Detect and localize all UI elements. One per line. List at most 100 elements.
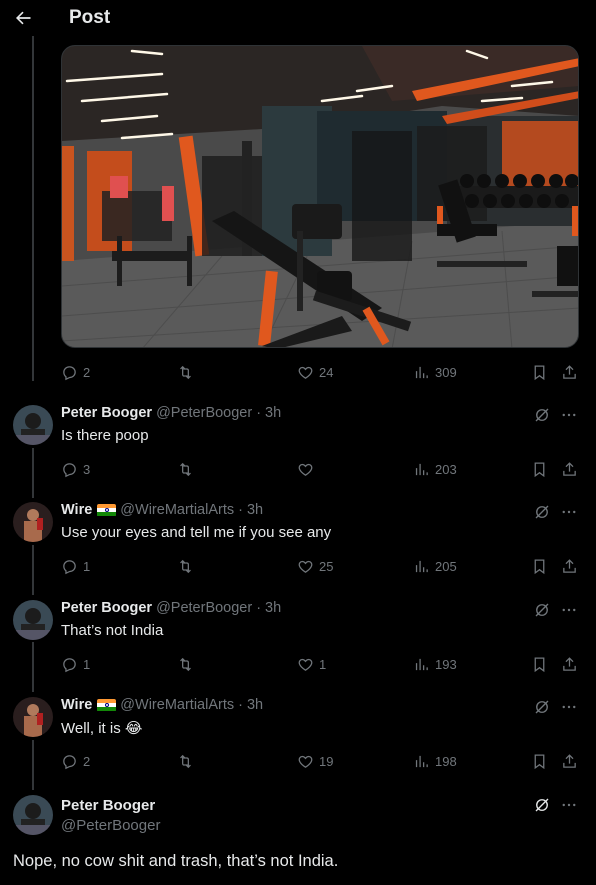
reply-button[interactable]: 1 bbox=[61, 656, 90, 673]
views-icon bbox=[415, 560, 428, 572]
views-button[interactable]: 193 bbox=[413, 656, 457, 673]
timestamp[interactable]: · 3h bbox=[238, 697, 263, 713]
avatar[interactable] bbox=[13, 697, 53, 737]
author-handle[interactable]: @PeterBooger bbox=[156, 600, 252, 616]
thread-line bbox=[32, 36, 34, 381]
like-button[interactable]: 25 bbox=[297, 558, 333, 575]
reply-icon bbox=[63, 365, 76, 380]
author-handle[interactable]: @WireMartialArts bbox=[120, 502, 234, 518]
grok-icon[interactable] bbox=[533, 503, 551, 521]
bookmark-button[interactable] bbox=[531, 753, 548, 770]
thread-line bbox=[32, 740, 34, 790]
avatar[interactable] bbox=[13, 502, 53, 542]
like-button[interactable]: 24 bbox=[297, 364, 333, 381]
retweet-button[interactable] bbox=[177, 558, 199, 575]
views-button[interactable]: 203 bbox=[413, 461, 457, 478]
author-name[interactable]: Wire bbox=[61, 697, 92, 713]
author-handle[interactable]: @PeterBooger bbox=[156, 405, 252, 421]
grok-icon[interactable] bbox=[533, 601, 551, 619]
share-button[interactable] bbox=[561, 558, 578, 575]
reply-button[interactable]: 1 bbox=[61, 558, 90, 575]
india-flag-icon bbox=[97, 503, 117, 517]
like-count: 24 bbox=[319, 364, 334, 380]
bookmark-button[interactable] bbox=[531, 656, 548, 673]
retweet-button[interactable] bbox=[177, 364, 199, 381]
more-icon[interactable] bbox=[560, 503, 578, 521]
bookmark-button[interactable] bbox=[531, 558, 548, 575]
like-button[interactable] bbox=[297, 461, 319, 478]
action-bar: 1 1 193 bbox=[61, 653, 581, 675]
tweet-text-content: Is there poop bbox=[61, 427, 149, 444]
reply-count: 2 bbox=[83, 364, 91, 380]
retweet-button[interactable] bbox=[177, 753, 199, 770]
reply-button[interactable]: 3 bbox=[61, 461, 90, 478]
share-button[interactable] bbox=[561, 461, 578, 478]
reply-count: 2 bbox=[83, 753, 91, 769]
views-icon bbox=[415, 755, 428, 767]
author-name[interactable]: Peter Booger bbox=[61, 405, 152, 421]
tweet-header: Wire @WireMartialArts · 3h bbox=[61, 502, 263, 518]
views-icon bbox=[415, 658, 428, 670]
tweet-text: Well, it is 😂 bbox=[61, 719, 142, 737]
bookmark-icon bbox=[534, 461, 545, 477]
timestamp[interactable]: · 3h bbox=[238, 502, 263, 518]
retweet-icon bbox=[180, 462, 191, 476]
tweet-header: Wire @WireMartialArts · 3h bbox=[61, 697, 263, 713]
back-button[interactable] bbox=[0, 0, 46, 36]
author-name[interactable]: Peter Booger bbox=[61, 600, 152, 616]
like-button[interactable]: 1 bbox=[297, 656, 326, 673]
grok-icon[interactable] bbox=[533, 796, 551, 814]
views-button[interactable]: 198 bbox=[413, 753, 457, 770]
share-button[interactable] bbox=[561, 364, 578, 381]
like-count: 25 bbox=[319, 558, 334, 574]
author-handle[interactable]: @PeterBooger bbox=[61, 817, 160, 834]
timestamp[interactable]: · 3h bbox=[256, 405, 281, 421]
more-icon[interactable] bbox=[560, 406, 578, 424]
gym-photo bbox=[62, 46, 578, 347]
thread-line bbox=[32, 448, 34, 498]
india-flag-icon bbox=[97, 698, 117, 712]
author-name[interactable]: Peter Booger bbox=[61, 797, 155, 814]
retweet-button[interactable] bbox=[177, 656, 199, 673]
reply-count: 1 bbox=[83, 656, 91, 672]
share-button[interactable] bbox=[561, 656, 578, 673]
page-title: Post bbox=[69, 7, 111, 28]
share-button[interactable] bbox=[561, 753, 578, 770]
retweet-icon bbox=[180, 657, 191, 671]
author-name[interactable]: Wire bbox=[61, 502, 92, 518]
post-image[interactable] bbox=[61, 45, 579, 348]
more-icon[interactable] bbox=[560, 698, 578, 716]
timestamp[interactable]: · 3h bbox=[256, 600, 281, 616]
avatar[interactable] bbox=[13, 405, 53, 445]
reply-count: 1 bbox=[83, 558, 91, 574]
reply-button[interactable]: 2 bbox=[61, 753, 90, 770]
retweet-button[interactable] bbox=[177, 461, 199, 478]
share-icon bbox=[563, 558, 576, 573]
grok-icon[interactable] bbox=[533, 698, 551, 716]
retweet-icon bbox=[180, 559, 191, 573]
grok-icon[interactable] bbox=[533, 406, 551, 424]
bookmark-button[interactable] bbox=[531, 364, 548, 381]
share-icon bbox=[563, 364, 576, 379]
bookmark-icon bbox=[534, 753, 545, 769]
more-icon[interactable] bbox=[560, 601, 578, 619]
views-button[interactable]: 205 bbox=[413, 558, 457, 575]
avatar[interactable] bbox=[13, 795, 53, 835]
more-icon[interactable] bbox=[560, 796, 578, 814]
views-button[interactable]: 309 bbox=[413, 364, 457, 381]
avatar[interactable] bbox=[13, 600, 53, 640]
like-button[interactable]: 19 bbox=[297, 753, 333, 770]
bookmark-icon bbox=[534, 558, 545, 574]
view-count: 203 bbox=[435, 461, 457, 477]
author-handle[interactable]: @WireMartialArts bbox=[120, 697, 234, 713]
bookmark-icon bbox=[534, 364, 545, 380]
bookmark-button[interactable] bbox=[531, 461, 548, 478]
reply-icon bbox=[63, 462, 76, 477]
views-icon bbox=[415, 366, 428, 378]
avatar-image bbox=[13, 502, 53, 542]
share-icon bbox=[563, 656, 576, 671]
tweet-text-content: Well, it is bbox=[61, 720, 125, 737]
reply-button[interactable]: 2 bbox=[61, 364, 90, 381]
reply-count: 3 bbox=[83, 461, 91, 477]
tweet-text: Nope, no cow shit and trash, that’s not … bbox=[13, 852, 339, 870]
